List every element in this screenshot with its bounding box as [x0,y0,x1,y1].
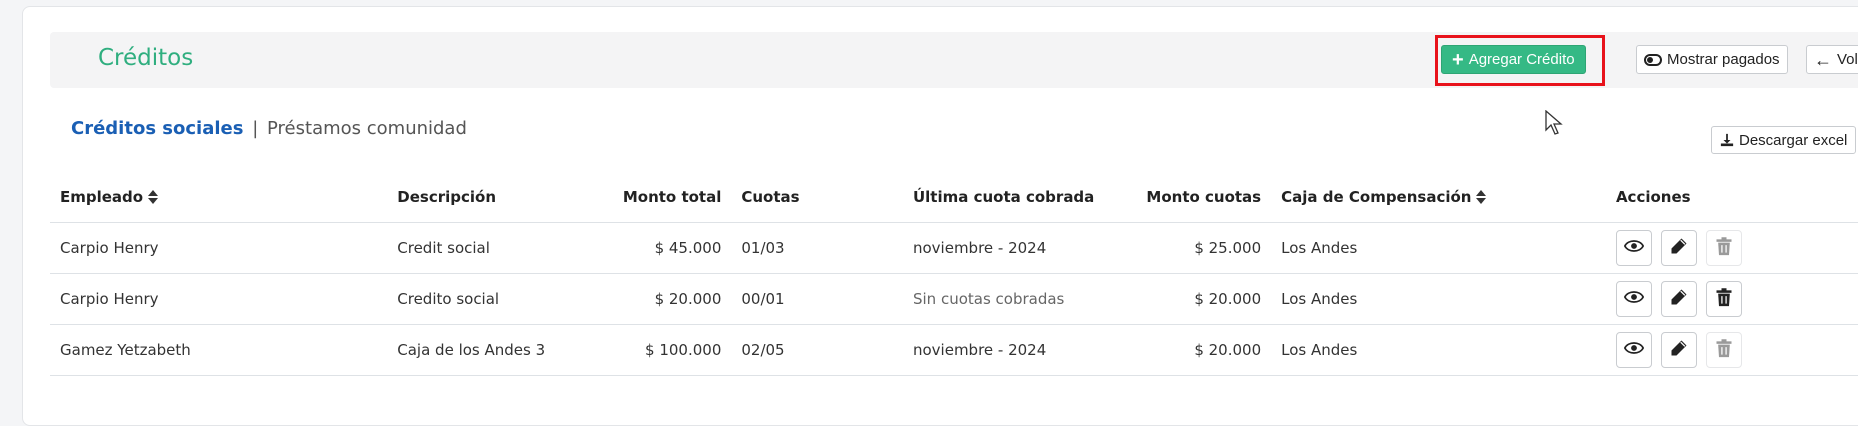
cell-caja: Los Andes [1271,273,1606,325]
download-icon [1720,133,1734,147]
cell-descripcion: Caja de los Andes 3 [387,324,613,376]
cell-cuotas: 00/01 [731,273,903,325]
table-row: Gamez Yetzabeth Caja de los Andes 3 $ 100.… [50,324,1858,376]
col-monto-cuotas: Monto cuotas [1136,172,1272,223]
add-credit-button[interactable]: + Agregar Crédito [1441,45,1586,74]
cell-monto-total: $ 45.000 [612,222,732,274]
view-button[interactable] [1615,229,1652,266]
edit-icon [1669,338,1689,361]
cell-actions [1605,324,1858,376]
delete-button[interactable] [1705,280,1742,317]
download-excel-button[interactable]: Descargar excel [1711,126,1857,154]
add-credit-label: Agregar Crédito [1468,51,1575,68]
toggle-icon [1644,53,1662,66]
col-descripcion: Descripción [387,172,613,223]
view-icon [1623,236,1645,259]
view-icon [1623,338,1645,361]
cell-actions [1605,222,1858,274]
cell-empleado: Gamez Yetzabeth [50,324,388,376]
cell-monto-cuotas: $ 20.000 [1136,273,1272,325]
cell-descripcion: Credit social [387,222,613,274]
cell-actions [1605,273,1858,325]
edit-button[interactable] [1660,229,1697,266]
trash-icon [1714,236,1734,259]
col-cuotas: Cuotas [731,172,903,223]
cell-caja: Los Andes [1271,324,1606,376]
back-button[interactable]: ← Volver [1806,45,1858,74]
edit-icon [1669,287,1689,310]
subnav-separator: | [252,118,259,139]
back-label: Volver [1837,51,1858,68]
page-title: Créditos [98,45,194,71]
show-paid-button[interactable]: Mostrar pagados [1636,45,1788,74]
col-monto-total: Monto total [612,172,732,223]
edit-button[interactable] [1660,280,1697,317]
delete-button[interactable] [1705,229,1742,266]
col-caja[interactable]: Caja de Compensación [1271,172,1606,223]
subnav: Créditos sociales | Préstamos comunidad [71,118,467,139]
credits-table: Empleado Descripción Monto total Cuotas … [50,172,1858,376]
col-acciones: Acciones [1605,172,1858,223]
cell-monto-cuotas: $ 20.000 [1136,324,1272,376]
trash-icon [1714,338,1734,361]
cell-empleado: Carpio Henry [50,273,388,325]
view-button[interactable] [1615,280,1652,317]
cell-cuotas: 01/03 [731,222,903,274]
cell-descripcion: Credito social [387,273,613,325]
sort-icon [1476,190,1487,205]
edit-icon [1669,236,1689,259]
delete-button[interactable] [1705,331,1742,368]
edit-button[interactable] [1660,331,1697,368]
download-excel-label: Descargar excel [1739,131,1848,149]
action-group [1615,280,1850,317]
view-icon [1623,287,1645,310]
cell-monto-total: $ 100.000 [612,324,732,376]
plus-icon: + [1452,48,1464,71]
tab-creditos-sociales[interactable]: Créditos sociales [71,118,243,139]
sort-icon [148,190,159,205]
action-group [1615,229,1850,266]
cell-ultima-cuota: noviembre - 2024 [902,324,1137,376]
cell-ultima-cuota: Sin cuotas cobradas [902,273,1137,325]
arrow-left-icon: ← [1814,49,1832,70]
cell-monto-total: $ 20.000 [612,273,732,325]
header-bar: Créditos + Agregar Crédito Mostrar pagad… [50,32,1858,88]
mouse-cursor-icon [1545,110,1563,135]
cell-caja: Los Andes [1271,222,1606,274]
table-header-row: Empleado Descripción Monto total Cuotas … [50,172,1858,223]
cell-cuotas: 02/05 [731,324,903,376]
show-paid-label: Mostrar pagados [1667,51,1780,68]
view-button[interactable] [1615,331,1652,368]
table-row: Carpio Henry Credito social $ 20.000 00/01 S… [50,273,1858,325]
table-row: Carpio Henry Credit social $ 45.000 01/03 no… [50,222,1858,274]
cell-monto-cuotas: $ 25.000 [1136,222,1272,274]
col-empleado[interactable]: Empleado [50,172,388,223]
trash-icon [1714,287,1734,310]
tab-prestamos-comunidad[interactable]: Préstamos comunidad [267,118,467,139]
cell-empleado: Carpio Henry [50,222,388,274]
col-ultima-cuota: Última cuota cobrada [902,172,1137,223]
cell-ultima-cuota: noviembre - 2024 [902,222,1137,274]
action-group [1615,331,1850,368]
